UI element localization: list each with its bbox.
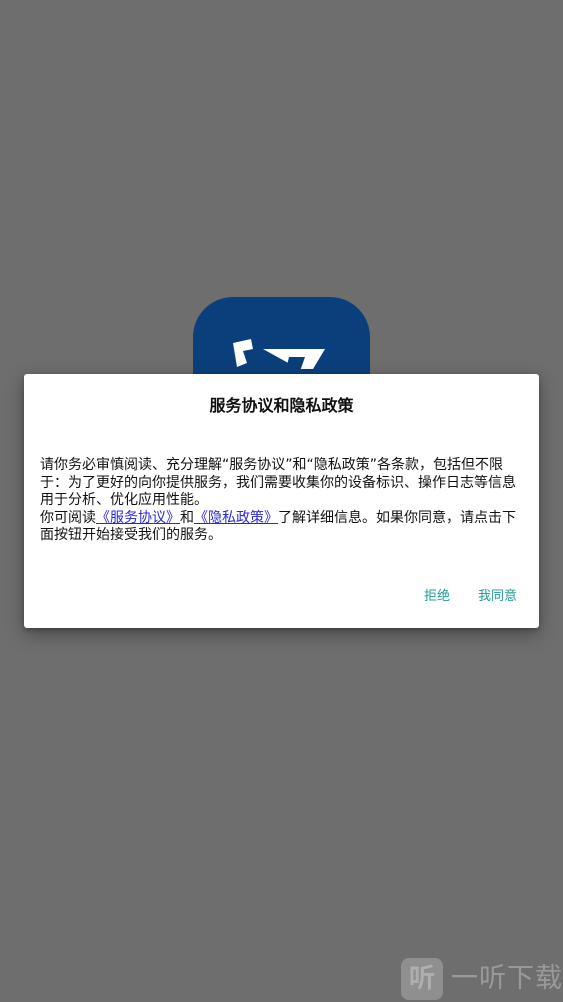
dialog-actions: 拒绝 我同意 [424, 588, 517, 606]
watermark-text: 一听下载 [451, 963, 563, 994]
agree-button[interactable]: 我同意 [478, 588, 517, 606]
privacy-policy-link[interactable]: 《隐私政策》 [194, 510, 278, 526]
read-more-paragraph: 你可阅读《服务协议》和《隐私政策》了解详细信息。如果你同意，请点击下面按钮开始接… [40, 510, 522, 545]
service-agreement-link[interactable]: 《服务协议》 [96, 510, 180, 526]
privacy-consent-dialog: 服务协议和隐私政策 请你务必审慎阅读、充分理解“服务协议”和“隐私政策”各条款，… [24, 374, 539, 628]
reject-button[interactable]: 拒绝 [424, 588, 450, 606]
dialog-title: 服务协议和隐私政策 [209, 396, 354, 415]
and-text: 和 [180, 509, 194, 526]
dialog-body: 请你务必审慎阅读、充分理解“服务协议”和“隐私政策”各条款，包括但不限于：为了更… [40, 457, 522, 545]
watermark-logo: 听 [401, 958, 443, 1000]
watermark: 听 一听下载 [401, 956, 563, 1002]
consent-paragraph: 请你务必审慎阅读、充分理解“服务协议”和“隐私政策”各条款，包括但不限于：为了更… [40, 457, 516, 508]
read-prefix-text: 你可阅读 [40, 509, 96, 526]
